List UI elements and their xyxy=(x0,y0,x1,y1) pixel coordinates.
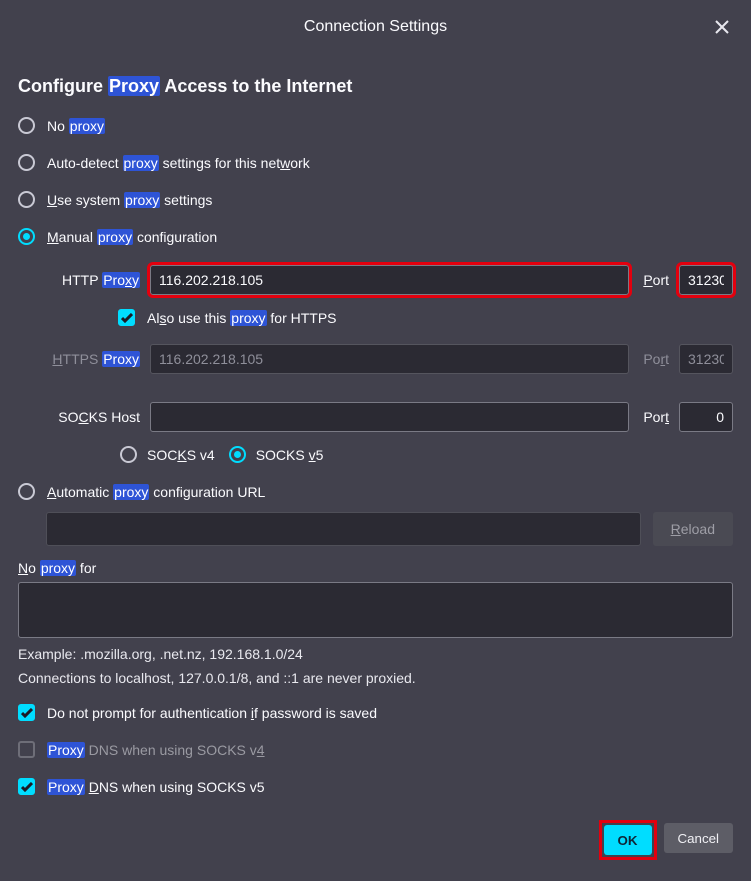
radio-icon[interactable] xyxy=(18,191,35,208)
radio-label: SOCKS v4 xyxy=(147,447,215,463)
radio-socks-v5[interactable]: SOCKS v5 xyxy=(229,446,324,463)
ok-button[interactable]: OK xyxy=(604,825,652,855)
heading-text: Access to the Internet xyxy=(160,76,352,96)
no-proxy-for-label: No proxy for xyxy=(18,560,733,576)
dialog-footer: OK Cancel xyxy=(0,803,751,881)
radio-icon[interactable] xyxy=(18,154,35,171)
radio-label: Manual proxy configuration xyxy=(47,229,217,245)
http-proxy-label: HTTP Proxy xyxy=(34,272,142,288)
radio-label: No proxy xyxy=(47,118,105,134)
socks-host-row: SOCKS Host Port xyxy=(18,402,733,432)
checkbox-icon[interactable] xyxy=(118,309,135,326)
http-port-label: Port xyxy=(637,272,671,288)
https-proxy-row: HTTPS Proxy Port xyxy=(18,344,733,374)
close-icon[interactable] xyxy=(709,14,735,40)
pac-url-row: Reload xyxy=(46,512,733,546)
localhost-note: Connections to localhost, 127.0.0.1/8, a… xyxy=(18,670,733,686)
checkbox-icon[interactable] xyxy=(18,704,35,721)
https-port-input xyxy=(679,344,733,374)
radio-icon[interactable] xyxy=(18,228,35,245)
http-port-input[interactable] xyxy=(679,265,733,295)
also-use-https-row[interactable]: Also use this proxy for HTTPS xyxy=(18,309,733,326)
radio-icon[interactable] xyxy=(18,483,35,500)
pac-url-input xyxy=(46,512,641,546)
radio-icon[interactable] xyxy=(229,446,246,463)
checkbox-label: Proxy DNS when using SOCKS v4 xyxy=(47,742,265,758)
dialog-title: Connection Settings xyxy=(304,18,447,35)
https-port-label: Port xyxy=(637,351,671,367)
socks-host-label: SOCKS Host xyxy=(34,409,142,425)
http-proxy-input[interactable] xyxy=(150,265,629,295)
https-proxy-input xyxy=(150,344,629,374)
connection-settings-dialog: Connection Settings Configure Proxy Acce… xyxy=(0,0,751,881)
no-proxy-for-textarea[interactable] xyxy=(18,582,733,638)
http-proxy-row: HTTP Proxy Port xyxy=(18,265,733,295)
heading-highlight: Proxy xyxy=(108,76,160,96)
checkbox-icon[interactable] xyxy=(18,778,35,795)
radio-icon[interactable] xyxy=(18,117,35,134)
checkbox-label: Do not prompt for authentication if pass… xyxy=(47,705,377,721)
reload-button: Reload xyxy=(653,512,733,546)
socks-version-row: SOCKS v4 SOCKS v5 xyxy=(18,446,733,463)
radio-icon[interactable] xyxy=(120,446,137,463)
socks-host-input[interactable] xyxy=(150,402,629,432)
radio-label: Auto-detect proxy settings for this netw… xyxy=(47,155,310,171)
cancel-button[interactable]: Cancel xyxy=(664,823,734,853)
radio-automatic-pac[interactable]: Automatic proxy configuration URL xyxy=(18,483,733,500)
radio-auto-detect[interactable]: Auto-detect proxy settings for this netw… xyxy=(18,154,733,171)
checkbox-proxy-dns-socks4: Proxy DNS when using SOCKS v4 xyxy=(18,741,733,758)
https-proxy-label: HTTPS Proxy xyxy=(34,351,142,367)
checkbox-label: Also use this proxy for HTTPS xyxy=(147,310,337,326)
radio-label: Use system proxy settings xyxy=(47,192,212,208)
radio-socks-v4[interactable]: SOCKS v4 xyxy=(120,446,215,463)
radio-label: SOCKS v5 xyxy=(256,447,324,463)
checkbox-label: Proxy DNS when using SOCKS v5 xyxy=(47,779,265,795)
section-heading: Configure Proxy Access to the Internet xyxy=(18,76,733,97)
socks-port-input[interactable] xyxy=(679,402,733,432)
radio-label: Automatic proxy configuration URL xyxy=(47,484,265,500)
socks-port-label: Port xyxy=(637,409,671,425)
radio-no-proxy[interactable]: No proxy xyxy=(18,117,733,134)
heading-text: Configure xyxy=(18,76,108,96)
ok-highlight: OK xyxy=(602,823,654,857)
dialog-titlebar: Connection Settings xyxy=(0,0,751,44)
checkbox-no-auth-prompt[interactable]: Do not prompt for authentication if pass… xyxy=(18,704,733,721)
checkbox-proxy-dns-socks5[interactable]: Proxy DNS when using SOCKS v5 xyxy=(18,778,733,795)
example-text: Example: .mozilla.org, .net.nz, 192.168.… xyxy=(18,646,733,662)
radio-system-proxy[interactable]: Use system proxy settings xyxy=(18,191,733,208)
checkbox-icon xyxy=(18,741,35,758)
radio-manual-proxy[interactable]: Manual proxy configuration xyxy=(18,228,733,245)
